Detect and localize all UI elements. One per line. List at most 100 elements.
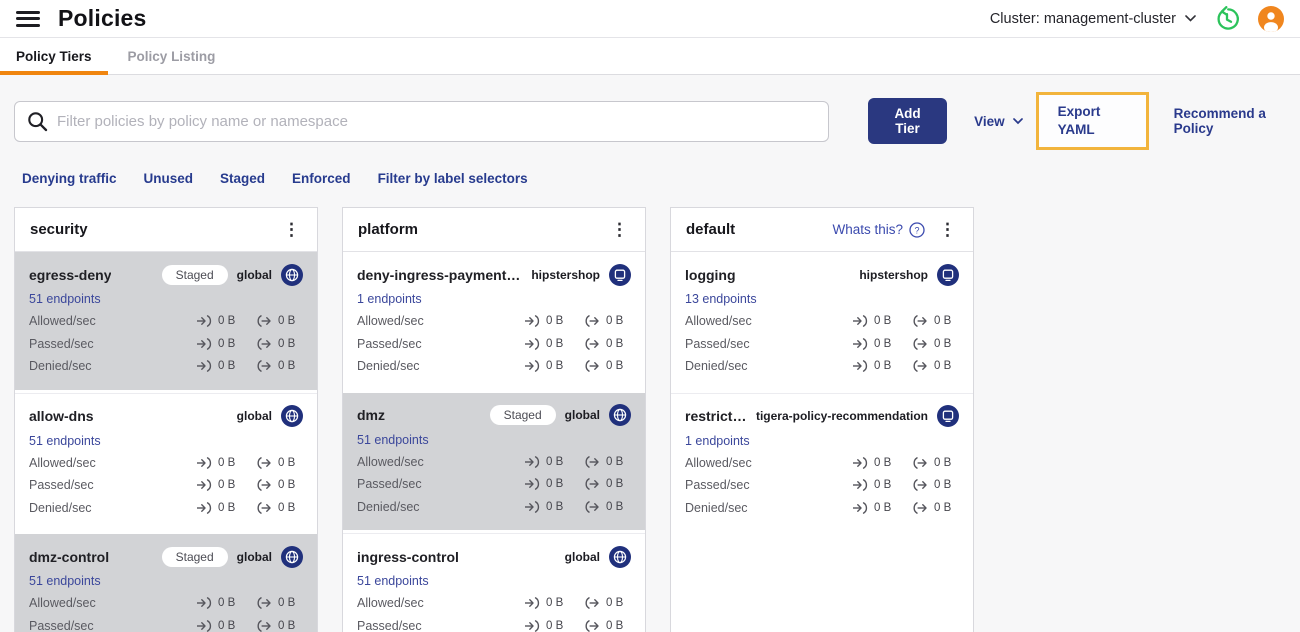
tier-body: logging hipstershop 13 endpoints Allowed… xyxy=(671,252,973,632)
hamburger-menu-icon[interactable] xyxy=(16,10,40,28)
egress-bytes-icon xyxy=(913,315,927,328)
policy-card[interactable]: logging hipstershop 13 endpoints Allowed… xyxy=(671,252,973,390)
user-avatar[interactable] xyxy=(1258,5,1284,32)
ingress-bytes-icon xyxy=(197,337,212,350)
stat-value: 0 B xyxy=(606,619,624,632)
egress-bytes-icon xyxy=(585,597,599,610)
stat-value: 0 B xyxy=(874,479,892,492)
stat-value: 0 B xyxy=(546,315,564,328)
stat-value: 0 B xyxy=(278,479,296,492)
stat-label: Allowed/sec xyxy=(357,596,424,611)
ingress-bytes-icon xyxy=(197,315,212,328)
filter-link-staged[interactable]: Staged xyxy=(220,171,265,186)
tier-menu-button[interactable]: ⋮ xyxy=(609,221,630,238)
stat-row: Denied/sec 0 B 0 B xyxy=(29,497,303,520)
ingress-bytes-icon xyxy=(853,479,868,492)
policy-card[interactable]: dmz-control Staged global 51 endpoints A… xyxy=(15,534,317,632)
stat-value: 0 B xyxy=(934,456,952,469)
namespace-scope-icon xyxy=(937,405,959,427)
cluster-selector[interactable]: Cluster: management-cluster xyxy=(990,11,1196,27)
stat-value: 0 B xyxy=(606,315,624,328)
policy-scope: global xyxy=(564,549,600,564)
tiers-row: security ⋮ egress-deny Staged global 51 … xyxy=(14,207,1286,632)
stat-value: 0 B xyxy=(218,479,236,492)
stat-label: Denied/sec xyxy=(685,500,748,515)
stat-value: 0 B xyxy=(606,500,624,513)
ingress-bytes-icon xyxy=(853,337,868,350)
recommend-policy-button[interactable]: Recommend a Policy xyxy=(1174,106,1286,136)
staged-badge: Staged xyxy=(161,264,228,285)
endpoints-link[interactable]: 51 endpoints xyxy=(29,574,101,588)
stat-value: 0 B xyxy=(278,337,296,350)
policy-name: dmz xyxy=(357,407,385,423)
egress-bytes-icon xyxy=(257,619,271,632)
tier-column-security: security ⋮ egress-deny Staged global 51 … xyxy=(14,207,318,632)
stat-value: 0 B xyxy=(218,501,236,514)
stat-value: 0 B xyxy=(278,597,296,610)
stat-value: 0 B xyxy=(278,360,296,373)
staged-badge: Staged xyxy=(489,405,556,425)
ingress-bytes-icon xyxy=(853,456,868,469)
stat-value: 0 B xyxy=(934,315,952,328)
endpoints-link[interactable]: 1 endpoints xyxy=(685,434,750,448)
ingress-bytes-icon xyxy=(525,360,540,373)
endpoints-link[interactable]: 51 endpoints xyxy=(357,433,429,447)
policy-card[interactable]: deny-ingress-paymentservi… hipstershop 1… xyxy=(343,252,645,390)
ingress-bytes-icon xyxy=(525,455,540,468)
endpoints-link[interactable]: 51 endpoints xyxy=(357,574,429,588)
filter-link-filter-by-label-selectors[interactable]: Filter by label selectors xyxy=(378,171,528,186)
filter-link-enforced[interactable]: Enforced xyxy=(292,171,351,186)
endpoints-link[interactable]: 51 endpoints xyxy=(29,434,101,448)
stat-row: Allowed/sec 0 B 0 B xyxy=(29,310,303,333)
policy-card[interactable]: ingress-control global 51 endpoints Allo… xyxy=(343,533,645,632)
egress-bytes-icon xyxy=(257,456,271,469)
egress-bytes-icon xyxy=(585,455,599,468)
policy-name: deny-ingress-paymentservi… xyxy=(357,266,522,283)
policy-card[interactable]: restricted tigera-policy-recommendation … xyxy=(671,392,973,531)
stat-label: Allowed/sec xyxy=(29,596,96,611)
filter-link-denying-traffic[interactable]: Denying traffic xyxy=(22,171,117,186)
top-bar-right: Cluster: management-cluster xyxy=(990,5,1284,32)
export-yaml-label: Export YAML xyxy=(1057,104,1101,137)
policy-card[interactable]: allow-dns global 51 endpoints Allowed/se… xyxy=(15,392,317,531)
endpoints-link[interactable]: 51 endpoints xyxy=(29,292,101,306)
stat-label: Passed/sec xyxy=(357,477,422,492)
global-scope-icon xyxy=(281,263,303,286)
stat-value: 0 B xyxy=(218,315,236,328)
tier-menu-button[interactable]: ⋮ xyxy=(281,221,302,238)
stat-value: 0 B xyxy=(546,597,564,610)
history-icon[interactable] xyxy=(1214,5,1240,32)
export-yaml-button[interactable]: Export YAML xyxy=(1035,92,1149,150)
policy-scope: global xyxy=(236,549,272,564)
tier-header: security ⋮ xyxy=(15,208,317,252)
tab-policy-tiers[interactable]: Policy Tiers xyxy=(0,38,108,75)
view-dropdown-button[interactable]: View xyxy=(974,114,1023,129)
egress-bytes-icon xyxy=(585,619,599,632)
global-scope-icon xyxy=(609,545,631,568)
endpoints-link[interactable]: 1 endpoints xyxy=(357,292,422,306)
stat-label: Denied/sec xyxy=(357,499,420,514)
tier-menu-button[interactable]: ⋮ xyxy=(937,221,958,238)
stat-value: 0 B xyxy=(546,619,564,632)
stat-value: 0 B xyxy=(278,456,296,469)
stat-row: Allowed/sec 0 B 0 B xyxy=(685,452,959,475)
add-tier-button[interactable]: Add Tier xyxy=(868,98,948,144)
ingress-bytes-icon xyxy=(197,456,212,469)
stat-row: Denied/sec 0 B 0 B xyxy=(685,497,959,520)
ingress-bytes-icon xyxy=(525,597,540,610)
tier-help-link[interactable]: Whats this? ? xyxy=(832,221,925,238)
policy-card[interactable]: dmz Staged global 51 endpoints Allowed/s… xyxy=(343,392,645,530)
endpoints-link[interactable]: 13 endpoints xyxy=(685,292,757,306)
toolbar: Add Tier View Export YAML Recommend a Po… xyxy=(14,92,1286,150)
policy-card[interactable]: egress-deny Staged global 51 endpoints A… xyxy=(15,252,317,390)
search-box xyxy=(14,100,829,142)
policy-scope: global xyxy=(564,408,600,422)
filter-link-unused[interactable]: Unused xyxy=(144,171,194,186)
stat-value: 0 B xyxy=(218,360,236,373)
chevron-down-icon xyxy=(1185,15,1196,22)
stat-value: 0 B xyxy=(934,337,952,350)
tab-policy-listing[interactable]: Policy Listing xyxy=(112,38,232,74)
stat-row: Denied/sec 0 B 0 B xyxy=(357,496,631,519)
quick-filters: Denying traffic Unused Staged Enforced Filte… xyxy=(14,171,1286,186)
search-input[interactable] xyxy=(57,112,816,130)
